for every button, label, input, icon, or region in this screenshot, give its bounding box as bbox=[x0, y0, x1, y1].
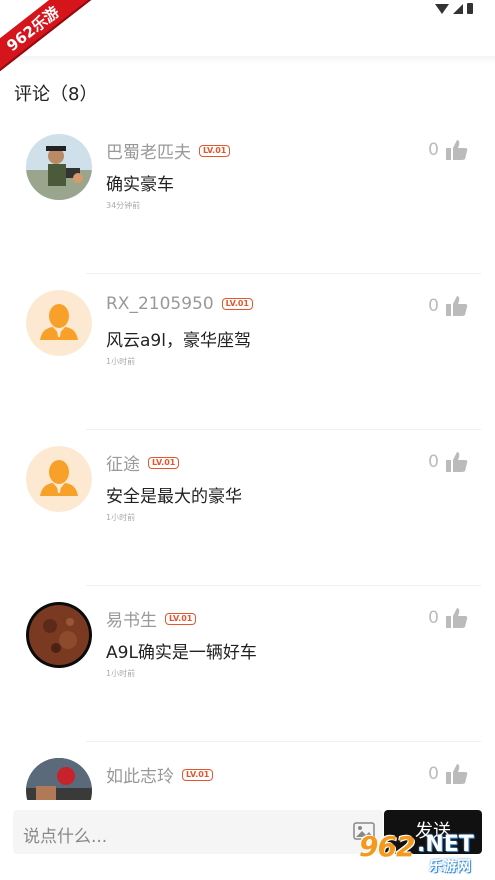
comment-username[interactable]: 易书生 LV.01 bbox=[106, 606, 197, 631]
thumbs-up-icon bbox=[445, 138, 469, 162]
thumbs-up-icon bbox=[445, 450, 469, 474]
default-avatar-icon bbox=[26, 290, 92, 356]
level-badge: LV.01 bbox=[221, 298, 253, 310]
level-badge: LV.01 bbox=[165, 612, 197, 625]
like-button[interactable]: 0 bbox=[428, 762, 469, 786]
comment-item: 征途 LV.01 安全是最大的豪华 1小时前 0 bbox=[0, 430, 495, 586]
watermark-net: .NET bbox=[417, 832, 474, 857]
watermark-number: 962 bbox=[359, 830, 415, 863]
username-text: 如此志玲 bbox=[106, 767, 174, 787]
like-count: 0 bbox=[428, 764, 439, 784]
comment-username[interactable]: RX_2105950 LV.01 bbox=[106, 294, 253, 314]
comment-text: 风云a9l，豪华座驾 bbox=[106, 331, 251, 351]
comment-time: 1小时前 bbox=[106, 513, 136, 522]
username-text: 易书生 bbox=[106, 611, 157, 631]
avatar[interactable] bbox=[26, 446, 92, 512]
username-text: 征途 bbox=[106, 455, 140, 475]
battery-icon bbox=[467, 3, 473, 14]
username-text: 巴蜀老匹夫 bbox=[106, 143, 191, 163]
avatar[interactable] bbox=[26, 134, 92, 200]
wifi-icon bbox=[435, 3, 449, 14]
thumbs-up-icon bbox=[445, 606, 469, 630]
ribbon-text: 962乐游 bbox=[0, 0, 101, 82]
username-text: RX_2105950 bbox=[106, 294, 214, 314]
comments-screen: 962乐游 评论（8） 巴蜀老匹夫 LV.01 确实豪车 34分钟前 0 RX_… bbox=[0, 0, 495, 880]
comment-time: 1小时前 bbox=[106, 669, 136, 678]
comment-time: 34分钟前 bbox=[106, 201, 141, 210]
level-badge: LV.01 bbox=[148, 456, 180, 469]
like-button[interactable]: 0 bbox=[428, 606, 469, 630]
like-button[interactable]: 0 bbox=[428, 450, 469, 474]
photo-avatar-icon bbox=[26, 134, 92, 200]
watermark-logo: 962 .NET 乐游网 bbox=[359, 830, 489, 875]
like-count: 0 bbox=[428, 296, 439, 316]
default-avatar-icon bbox=[26, 446, 92, 512]
like-button[interactable]: 0 bbox=[428, 294, 469, 318]
comment-input[interactable]: 说点什么... bbox=[13, 810, 383, 854]
comment-item: 巴蜀老匹夫 LV.01 确实豪车 34分钟前 0 bbox=[0, 118, 495, 274]
thumbs-up-icon bbox=[445, 762, 469, 786]
signal-icon bbox=[453, 3, 463, 14]
level-badge: LV.01 bbox=[182, 768, 214, 781]
avatar[interactable] bbox=[26, 290, 92, 356]
moon-avatar-icon bbox=[26, 602, 92, 668]
thumbs-up-icon bbox=[445, 294, 469, 318]
comment-username[interactable]: 征途 LV.01 bbox=[106, 450, 180, 475]
like-count: 0 bbox=[428, 140, 439, 160]
corner-ribbon: 962乐游 bbox=[0, 0, 102, 82]
comment-list: 巴蜀老匹夫 LV.01 确实豪车 34分钟前 0 RX_2105950 LV.0… bbox=[0, 118, 495, 880]
like-count: 0 bbox=[428, 608, 439, 628]
comment-username[interactable]: 巴蜀老匹夫 LV.01 bbox=[106, 138, 231, 163]
like-count: 0 bbox=[428, 452, 439, 472]
status-icons bbox=[435, 3, 473, 14]
avatar[interactable] bbox=[26, 602, 92, 668]
comment-text: 安全是最大的豪华 bbox=[106, 487, 242, 507]
like-button[interactable]: 0 bbox=[428, 138, 469, 162]
comment-item: 易书生 LV.01 A9L确实是一辆好车 1小时前 0 bbox=[0, 586, 495, 742]
watermark-cn: 乐游网 bbox=[429, 859, 471, 875]
comment-time: 1小时前 bbox=[106, 357, 136, 366]
level-badge: LV.01 bbox=[199, 144, 231, 157]
comment-item: RX_2105950 LV.01 风云a9l，豪华座驾 1小时前 0 bbox=[0, 274, 495, 430]
input-placeholder: 说点什么... bbox=[23, 827, 108, 847]
comment-text: 确实豪车 bbox=[106, 175, 174, 195]
comment-text: A9L确实是一辆好车 bbox=[106, 643, 257, 663]
comment-username[interactable]: 如此志玲 LV.01 bbox=[106, 762, 214, 787]
comments-header: 评论（8） bbox=[14, 84, 98, 105]
